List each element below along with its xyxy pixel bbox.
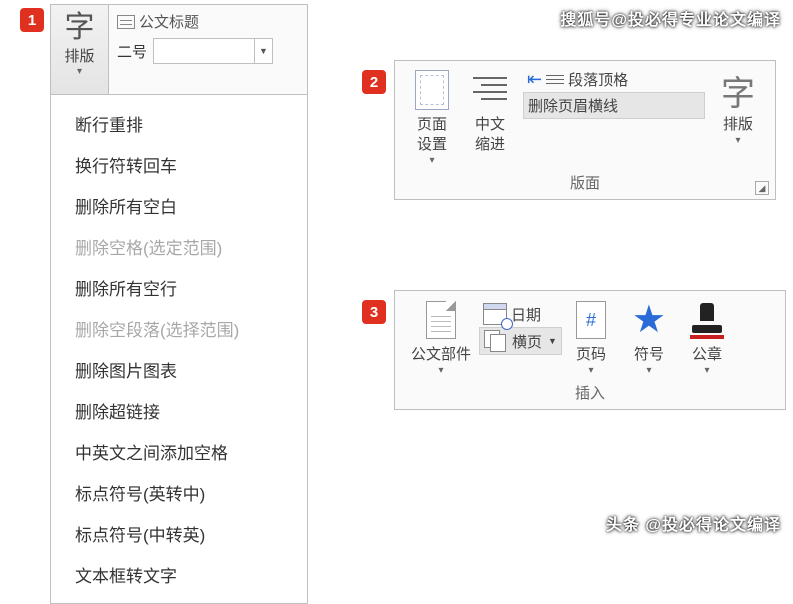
chinese-indent-label: 中文 缩进 (469, 115, 511, 155)
symbol-button[interactable]: ★ 符号 ▾ (620, 297, 678, 378)
indent-icon (473, 73, 507, 107)
insert-ribbon-group: 公文部件 ▾ 日期 横页 ▼ # 页码 ▾ ★ 符号 ▾ 公章 (394, 290, 786, 410)
typeset-menu-item[interactable]: 删除所有空白 (51, 185, 307, 226)
doc-parts-label: 公文部件 (411, 345, 471, 365)
typeset-menu-item[interactable]: 中英文之间添加空格 (51, 431, 307, 472)
landscape-label: 横页 (512, 331, 542, 352)
date-label: 日期 (511, 304, 541, 325)
typeset-menu-item[interactable]: 标点符号(中转英) (51, 513, 307, 554)
page-setup-icon (415, 70, 449, 110)
typeset-menu-item[interactable]: 标点符号(英转中) (51, 472, 307, 513)
paragraph-icon (546, 73, 564, 87)
typeset-glyph-icon: 字 (51, 11, 108, 45)
typeset-menu-item: 删除空段落(选择范围) (51, 308, 307, 349)
clock-icon (501, 318, 513, 330)
typeset-menu-item[interactable]: 删除所有空行 (51, 267, 307, 308)
typeset-ribbon-label: 排版 (717, 115, 759, 135)
typeset-menu-item[interactable]: 删除超链接 (51, 390, 307, 431)
typeset-header: 字 排版 ▾ 公文标题 二号 ▼ (51, 5, 307, 95)
chevron-down-icon: ▼ (548, 336, 557, 346)
typeset-menu-item[interactable]: 断行重排 (51, 103, 307, 144)
typeset-menu-item[interactable]: 文本框转文字 (51, 554, 307, 595)
layout-group-label-text: 版面 (570, 175, 600, 192)
page-setup-button[interactable]: 页面 设置 ▾ (403, 67, 461, 168)
watermark-bottom: 头条 @投必得论文编译 (606, 511, 781, 535)
page-setup-label: 页面 设置 (411, 115, 453, 155)
paragraph-top-button[interactable]: ⇤ 段落顶格 (523, 67, 705, 92)
delete-header-line-button[interactable]: 删除页眉横线 (523, 92, 705, 119)
star-icon: ★ (632, 301, 666, 339)
typeset-button-ribbon[interactable]: 字 排版 ▾ (709, 67, 767, 168)
paragraph-top-label: 段落顶格 (568, 69, 628, 90)
date-button[interactable]: 日期 (479, 301, 562, 327)
chevron-down-icon: ▾ (51, 66, 108, 77)
stamp-button[interactable]: 公章 ▾ (678, 297, 736, 378)
font-size-select[interactable]: ▼ (153, 38, 273, 64)
chevron-down-icon: ▾ (570, 365, 612, 376)
page-number-label: 页码 (570, 345, 612, 365)
stamp-label: 公章 (686, 345, 728, 365)
chevron-down-icon: ▼ (254, 39, 272, 63)
chinese-indent-button[interactable]: 中文 缩进 (461, 67, 519, 168)
typeset-header-right: 公文标题 二号 ▼ (109, 5, 307, 94)
hash-icon: # (576, 301, 606, 339)
chevron-down-icon: ▾ (628, 365, 670, 376)
chevron-down-icon: ▾ (411, 155, 453, 166)
marker-1: 1 (20, 8, 44, 32)
typeset-button[interactable]: 字 排版 ▾ (51, 5, 109, 94)
chevron-down-icon: ▾ (411, 365, 471, 376)
layout-ribbon-group: 页面 设置 ▾ 中文 缩进 ⇤ 段落顶格 删除页眉横线 字 排版 ▾ 版面 (394, 60, 776, 200)
stamp-icon (690, 301, 724, 339)
document-title-label: 公文标题 (139, 11, 199, 32)
typeset-glyph-icon: 字 (721, 66, 755, 115)
chevron-down-icon: ▾ (717, 135, 759, 146)
typeset-menu-item[interactable]: 删除图片图表 (51, 349, 307, 390)
watermark-top: 搜狐号@投必得专业论文编译 (560, 6, 781, 30)
typeset-menu: 断行重排换行符转回车删除所有空白删除空格(选定范围)删除所有空行删除空段落(选择… (51, 95, 307, 603)
page-number-button[interactable]: # 页码 ▾ (562, 297, 620, 378)
typeset-button-label: 排版 (51, 45, 108, 66)
typeset-menu-item[interactable]: 换行符转回车 (51, 144, 307, 185)
document-icon (426, 301, 456, 339)
dialog-launcher-icon[interactable]: ◢ (755, 181, 769, 195)
symbol-label: 符号 (628, 345, 670, 365)
font-size-label: 二号 (117, 41, 147, 62)
doc-parts-button[interactable]: 公文部件 ▾ (403, 297, 479, 378)
delete-header-line-label: 删除页眉横线 (528, 95, 618, 116)
layout-group-label: 版面 ◢ (395, 170, 775, 199)
marker-3: 3 (362, 300, 386, 324)
insert-group-label: 插入 (395, 380, 785, 409)
pages-icon (484, 330, 508, 352)
arrow-top-icon: ⇤ (527, 69, 542, 90)
document-title-icon (117, 15, 135, 29)
insert-group-label-text: 插入 (575, 385, 605, 402)
landscape-button[interactable]: 横页 ▼ (479, 327, 562, 355)
typeset-menu-item: 删除空格(选定范围) (51, 226, 307, 267)
marker-2: 2 (362, 70, 386, 94)
typeset-dropdown-panel: 字 排版 ▾ 公文标题 二号 ▼ 断行重排换行符转回车删除所有空白删除空格(选定… (50, 4, 308, 604)
chevron-down-icon: ▾ (686, 365, 728, 376)
